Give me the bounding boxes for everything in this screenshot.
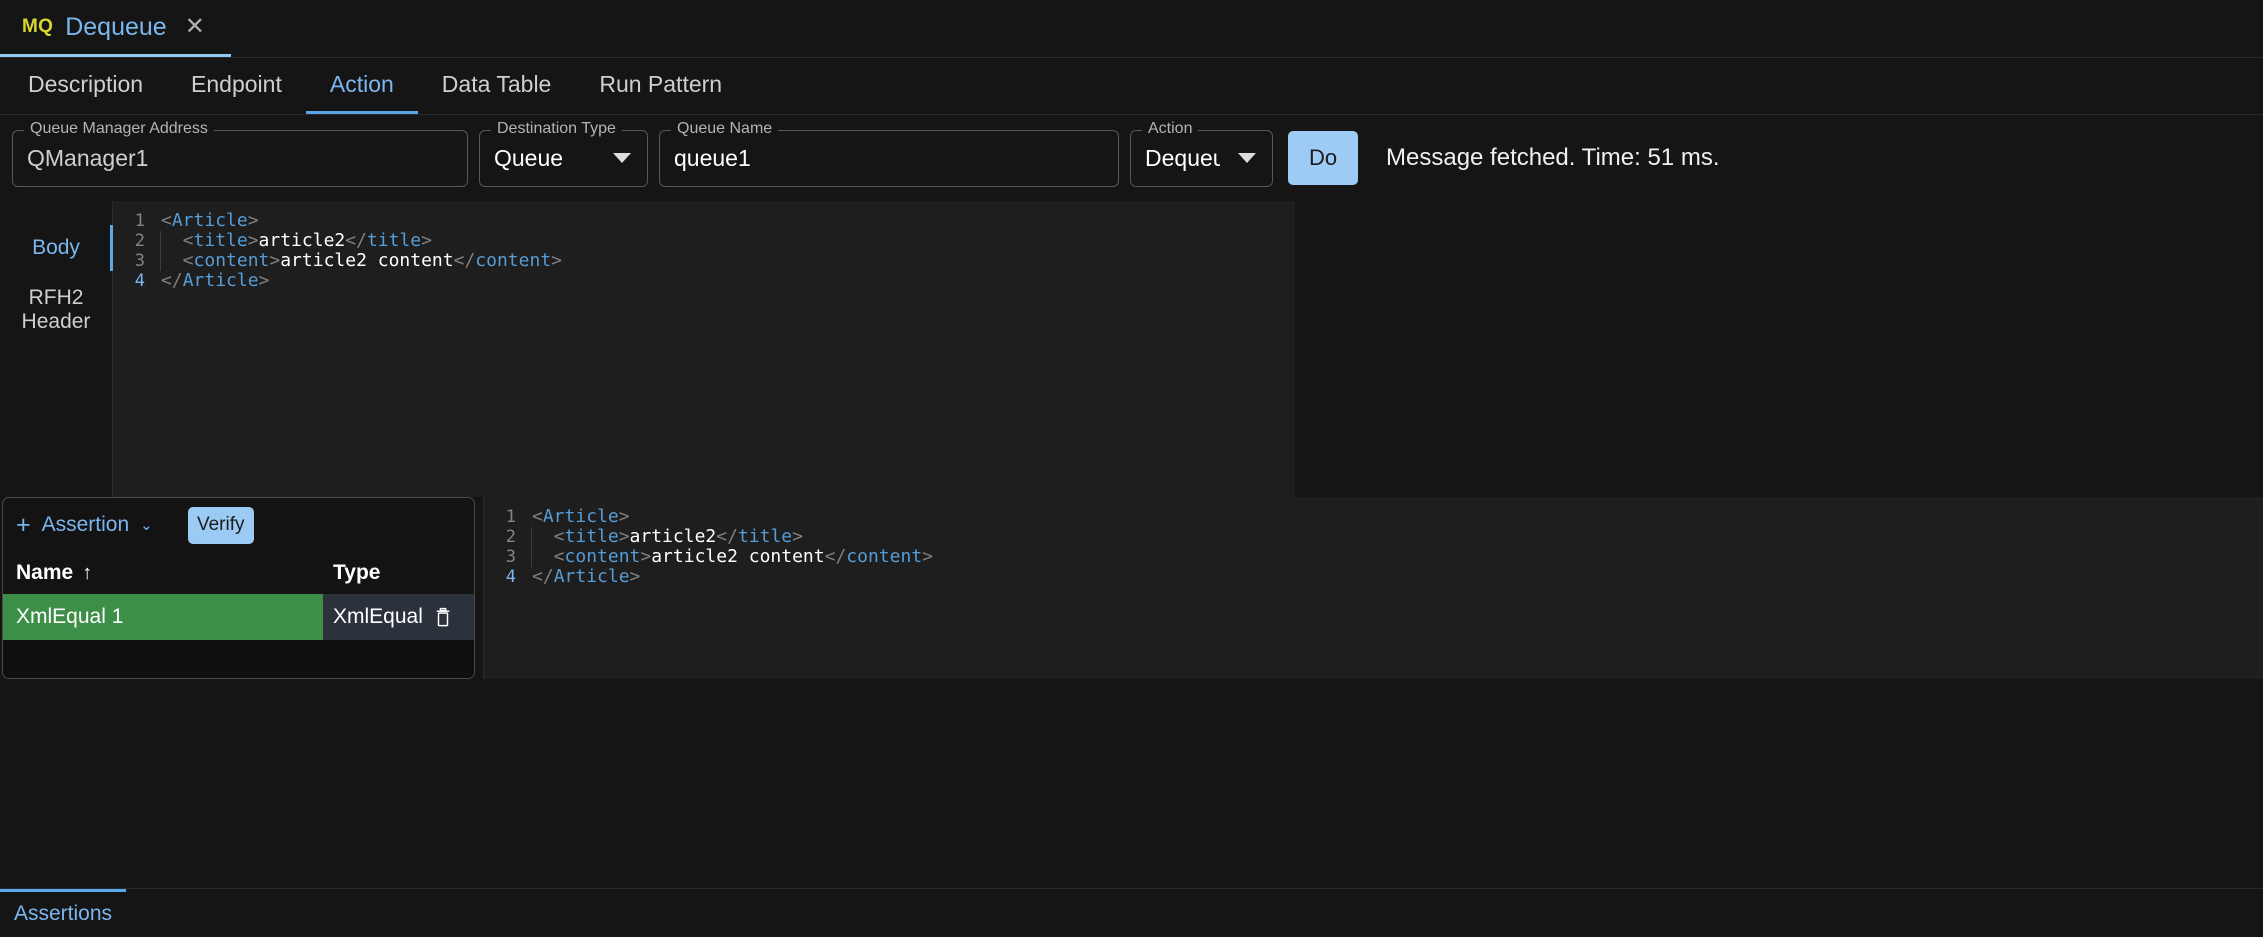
assertions-panel: + Assertion ⌄ Verify Name ↑ Type XmlEqua…	[2, 497, 475, 679]
queue-manager-address-value: QManager1	[27, 144, 149, 171]
action-value: Dequeue	[1145, 144, 1220, 171]
message-section-tabs: Body RFH2 Header	[0, 201, 113, 497]
code-text: <content>article2 content</content>	[161, 250, 562, 271]
protocol-badge: MQ	[22, 16, 54, 37]
column-header-name-label: Name	[16, 561, 74, 584]
queue-name-field[interactable]: Queue Name queue1	[659, 119, 1119, 187]
column-header-type[interactable]: Type	[323, 561, 474, 585]
destination-type-select[interactable]: Destination Type Queue	[479, 119, 648, 187]
line-number: 1	[134, 211, 145, 231]
code-text: <title>article2</title>	[161, 230, 432, 251]
queue-name-value: queue1	[674, 144, 751, 171]
line-number: 3	[134, 251, 145, 271]
code-text: <Article>	[161, 210, 259, 231]
status-message: Message fetched. Time: 51 ms.	[1386, 144, 1720, 171]
table-row[interactable]: XmlEqual 1 XmlEqual	[3, 594, 474, 640]
code-text: <content>article2 content</content>	[532, 546, 933, 567]
code-line: 1 <Article>	[113, 210, 1295, 232]
code-text: <title>article2</title>	[532, 526, 803, 547]
assertions-toolbar: + Assertion ⌄ Verify	[3, 498, 474, 552]
add-assertion-label: Assertion	[41, 513, 130, 536]
assertion-type-cell: XmlEqual	[323, 594, 474, 640]
line-number: 4	[134, 271, 145, 291]
assertion-name-cell: XmlEqual 1	[3, 594, 323, 640]
chevron-down-icon	[613, 153, 631, 163]
tab-endpoint[interactable]: Endpoint	[167, 58, 306, 114]
indent-guide	[160, 231, 161, 271]
footer-tab-assertions[interactable]: Assertions	[0, 888, 127, 937]
assertions-region: + Assertion ⌄ Verify Name ↑ Type XmlEqua…	[0, 497, 2263, 679]
assertion-type-label: XmlEqual	[333, 605, 423, 628]
column-header-type-label: Type	[333, 561, 381, 584]
code-line: 3 <content>article2 content</content>	[484, 546, 2263, 568]
queue-manager-address-label: Queue Manager Address	[24, 119, 214, 138]
line-number: 1	[505, 507, 516, 527]
code-text: <Article>	[532, 506, 630, 527]
verify-button[interactable]: Verify	[187, 506, 254, 544]
code-line: 2 <title>article2</title>	[484, 526, 2263, 548]
tab-run-pattern[interactable]: Run Pattern	[575, 58, 746, 114]
nav-tabs: Description Endpoint Action Data Table R…	[0, 58, 2263, 115]
chevron-down-icon	[1238, 153, 1256, 163]
code-line: 4 </Article>	[484, 566, 2263, 588]
window-tab-dequeue[interactable]: MQ Dequeue ✕	[0, 0, 231, 57]
destination-type-label: Destination Type	[491, 119, 622, 138]
assertion-code-editor[interactable]: 1 <Article> 2 <title>article2</title> 3 <co…	[483, 497, 2263, 679]
message-editor-region: Body RFH2 Header 1 <Article> 2 <title>arti…	[0, 201, 2263, 497]
action-label: Action	[1142, 119, 1199, 138]
trash-icon[interactable]	[434, 607, 452, 628]
tab-data-table[interactable]: Data Table	[418, 58, 576, 114]
destination-type-value: Queue	[494, 144, 564, 171]
chevron-down-icon: ⌄	[140, 517, 153, 534]
queue-manager-address-field[interactable]: Queue Manager Address QManager1	[12, 119, 468, 187]
line-number: 3	[505, 547, 516, 567]
code-text: </Article>	[161, 270, 270, 291]
plus-icon: +	[16, 510, 31, 539]
queue-name-label: Queue Name	[671, 119, 779, 138]
code-line: 2 <title>article2</title>	[113, 230, 1295, 252]
action-select[interactable]: Action Dequeue	[1130, 119, 1273, 187]
body-code-editor[interactable]: 1 <Article> 2 <title>article2</title> 3 <co…	[113, 201, 1295, 497]
window-tab-strip: MQ Dequeue ✕	[0, 0, 2263, 58]
tab-action[interactable]: Action	[305, 58, 418, 114]
footer-bar: Assertions	[0, 888, 2263, 937]
window-tab-label: Dequeue	[65, 12, 167, 41]
line-number: 2	[134, 231, 145, 251]
indent-guide	[531, 527, 532, 567]
line-number: 4	[505, 567, 516, 587]
tab-rfh2-header[interactable]: RFH2 Header	[0, 273, 112, 347]
add-assertion-button[interactable]: + Assertion ⌄	[16, 510, 153, 539]
code-line: 4 </Article>	[113, 270, 1295, 292]
action-toolbar: Queue Manager Address QManager1 Destinat…	[0, 115, 2263, 201]
line-number: 2	[505, 527, 516, 547]
close-icon[interactable]: ✕	[185, 15, 205, 39]
code-text: </Article>	[532, 566, 641, 587]
assertions-table-header: Name ↑ Type	[3, 552, 474, 594]
tab-body[interactable]: Body	[0, 223, 113, 273]
do-button[interactable]: Do	[1288, 131, 1358, 185]
code-line: 1 <Article>	[484, 506, 2263, 528]
code-line: 3 <content>article2 content</content>	[113, 250, 1295, 272]
assertions-empty-area	[3, 640, 474, 678]
tab-description[interactable]: Description	[4, 58, 167, 114]
column-header-name[interactable]: Name ↑	[3, 561, 323, 585]
sort-ascending-icon: ↑	[82, 561, 93, 584]
